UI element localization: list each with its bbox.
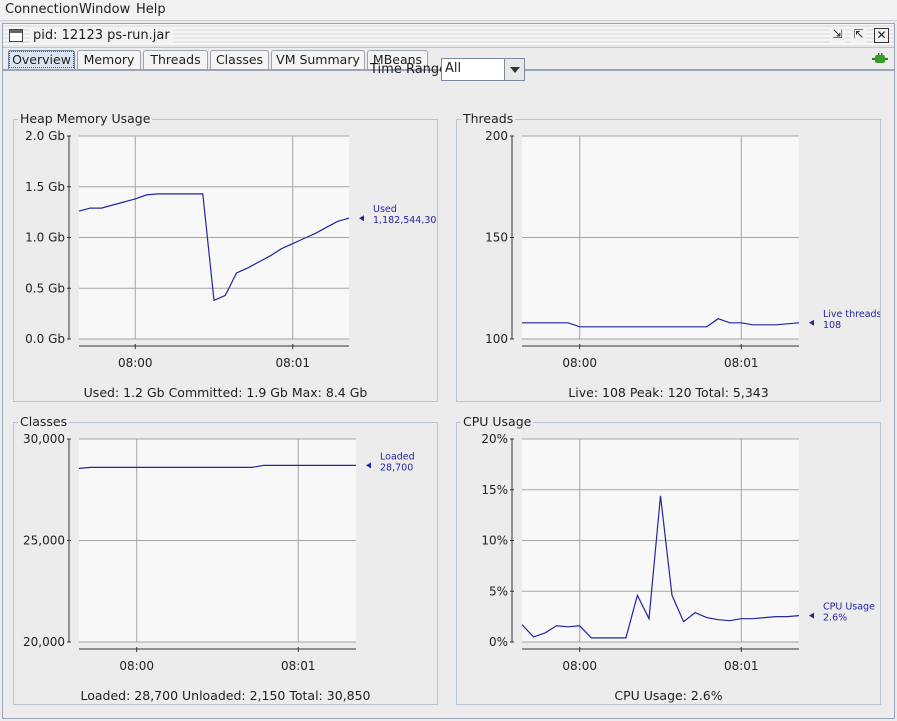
y-tick-label: 20,000 xyxy=(23,635,65,649)
chevron-down-icon[interactable] xyxy=(504,59,524,80)
classes-panel-title: Classes xyxy=(18,414,70,429)
threads-panel-title: Threads xyxy=(461,111,516,126)
y-tick-label: 10% xyxy=(481,534,508,548)
connection-status-icon xyxy=(872,53,888,63)
tab-overview[interactable]: Overview xyxy=(8,50,75,69)
legend-value: 2.6% xyxy=(823,613,847,624)
legend-value: 108 xyxy=(823,320,841,331)
legend-marker xyxy=(366,462,371,469)
y-tick-label: 100 xyxy=(485,332,508,346)
close-icon[interactable]: ✕ xyxy=(874,28,889,43)
heap-summary: Used: 1.2 Gb Committed: 1.9 Gb Max: 8.4 … xyxy=(83,385,368,400)
classes-chart: 20,000 25,000 30,000 08:00 08:01 Loaded28,700 xyxy=(23,432,415,673)
menu-bar: Connection Window Help xyxy=(0,0,897,21)
frame-title-bar[interactable]: pid: 12123 ps-run.jar ⇲ ⇱ ✕ xyxy=(3,24,894,48)
threads-summary: Live: 108 Peak: 120 Total: 5,343 xyxy=(568,385,769,400)
tab-vm-summary[interactable]: VM Summary xyxy=(271,50,365,69)
legend-name: Live threads xyxy=(823,309,880,320)
y-tick-label: 2.0 Gb xyxy=(25,129,65,143)
legend-marker xyxy=(809,319,814,326)
cpu-summary: CPU Usage: 2.6% xyxy=(614,688,723,703)
legend-marker xyxy=(359,215,364,222)
menu-window[interactable]: Window xyxy=(79,2,130,17)
y-tick-label: 200 xyxy=(485,129,508,143)
x-tick-label: 08:00 xyxy=(562,659,597,673)
menu-help[interactable]: Help xyxy=(136,2,166,17)
maximize-icon[interactable]: ⇱ xyxy=(851,28,866,43)
y-tick-label: 0.0 Gb xyxy=(25,332,65,346)
heap-panel-title: Heap Memory Usage xyxy=(18,111,153,126)
y-tick-label: 1.5 Gb xyxy=(25,180,65,194)
time-range-label: Time Range: xyxy=(370,62,452,77)
frame-title: pid: 12123 ps-run.jar xyxy=(30,28,173,43)
legend-value: 28,700 xyxy=(380,462,413,473)
tab-classes[interactable]: Classes xyxy=(210,50,269,69)
x-tick-label: 08:00 xyxy=(118,356,153,370)
cpu-panel-title: CPU Usage xyxy=(461,414,534,429)
x-tick-label: 08:00 xyxy=(562,356,597,370)
legend-name: Used xyxy=(373,204,397,215)
legend-value: 1,182,544,304 xyxy=(373,215,437,226)
x-tick-label: 08:00 xyxy=(119,659,154,673)
legend-name: CPU Usage xyxy=(823,602,875,613)
x-tick-label: 08:01 xyxy=(724,659,759,673)
menu-connection[interactable]: Connection xyxy=(5,2,79,17)
y-tick-label: 20% xyxy=(481,432,508,446)
window-icon xyxy=(9,29,23,42)
legend-name: Loaded xyxy=(380,451,415,462)
y-tick-label: 0% xyxy=(489,635,508,649)
heap-chart: 0.0 Gb 0.5 Gb 1.0 Gb 1.5 Gb 2.0 Gb 08:00 08:01… xyxy=(25,129,437,370)
y-tick-label: 25,000 xyxy=(23,534,65,548)
time-range-select[interactable]: All xyxy=(441,58,525,81)
tab-threads[interactable]: Threads xyxy=(143,50,208,69)
threads-chart: 100 150 200 08:00 08:01 Live threads108 xyxy=(485,129,880,370)
y-tick-label: 5% xyxy=(489,584,508,598)
time-range-value: All xyxy=(445,61,462,76)
x-tick-label: 08:01 xyxy=(724,356,759,370)
cpu-chart: 0% 5% 10% 15% 20% 08:00 08:01 CPU Usage2.6% xyxy=(481,432,875,673)
y-tick-label: 0.5 Gb xyxy=(25,281,65,295)
x-tick-label: 08:01 xyxy=(281,659,316,673)
y-tick-label: 30,000 xyxy=(23,432,65,446)
restore-icon[interactable]: ⇲ xyxy=(830,28,845,43)
y-tick-label: 150 xyxy=(485,231,508,245)
x-tick-label: 08:01 xyxy=(275,356,310,370)
tab-memory[interactable]: Memory xyxy=(77,50,141,69)
legend-marker xyxy=(809,612,814,619)
y-tick-label: 15% xyxy=(481,483,508,497)
classes-summary: Loaded: 28,700 Unloaded: 2,150 Total: 30… xyxy=(80,688,371,703)
y-tick-label: 1.0 Gb xyxy=(25,231,65,245)
